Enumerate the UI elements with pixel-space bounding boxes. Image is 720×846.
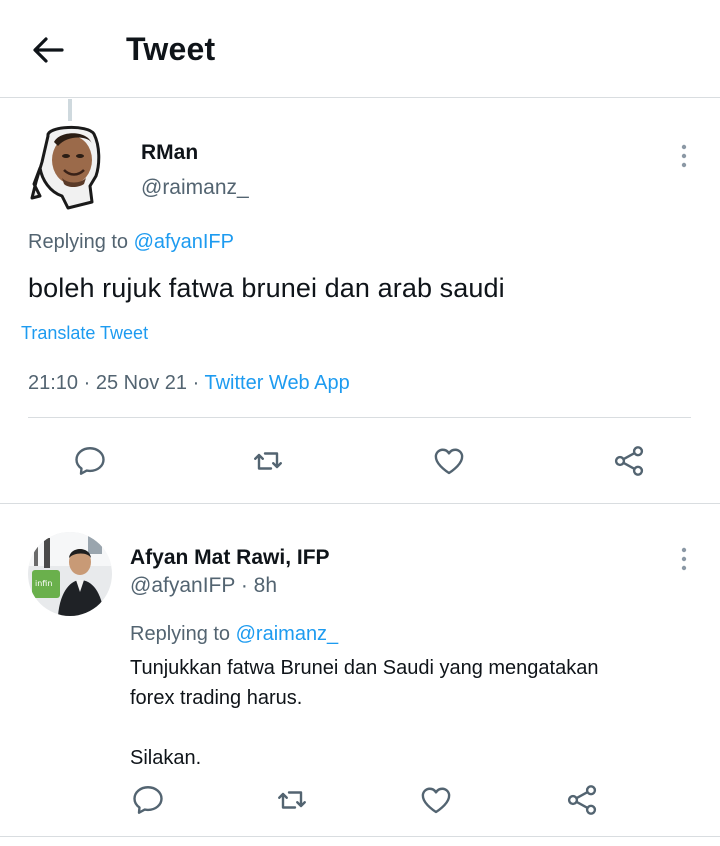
back-button[interactable]: [30, 34, 66, 66]
retweet-button[interactable]: [248, 441, 288, 481]
share-button[interactable]: [562, 780, 602, 820]
author-handle[interactable]: @raimanz_: [141, 176, 249, 200]
tweet-text-line: Tunjukkan fatwa Brunei dan Saudi yang me…: [130, 657, 599, 679]
tweet-time-ago[interactable]: 8h: [254, 574, 277, 597]
avatar[interactable]: infin: [28, 532, 112, 616]
meta-separator: ·: [192, 372, 200, 394]
replying-to-label: Replying to: [130, 623, 236, 645]
retweet-button[interactable]: [272, 780, 312, 820]
like-button[interactable]: [416, 780, 456, 820]
author-handle-line: @afyanIFP · 8h: [130, 574, 277, 598]
retweet-icon: [278, 791, 306, 809]
author-name[interactable]: Afyan Mat Rawi, IFP: [130, 546, 330, 570]
arrow-left-icon: [33, 37, 64, 63]
tweet-metadata: 21:10 · 25 Nov 21 · Twitter Web App: [28, 372, 350, 395]
replying-to: Replying to @afyanIFP: [28, 231, 234, 254]
reply-icon: [133, 786, 163, 814]
divider: [0, 836, 720, 837]
meta-separator: ·: [240, 574, 248, 597]
avatar[interactable]: [28, 122, 106, 214]
heart-icon: [434, 448, 464, 475]
heart-icon: [421, 787, 451, 814]
translate-tweet-link[interactable]: Translate Tweet: [21, 323, 148, 344]
tweet-text: boleh rujuk fatwa brunei dan arab saudi: [28, 273, 505, 303]
tweet-time[interactable]: 21:10: [28, 372, 78, 394]
avatar-badge-text: infin: [35, 579, 52, 588]
mention-link[interactable]: @raimanz_: [236, 623, 339, 645]
author-handle[interactable]: @afyanIFP: [130, 574, 235, 597]
meta-separator: ·: [83, 372, 91, 394]
share-icon: [567, 785, 597, 815]
more-vertical-icon: [681, 547, 687, 571]
tweet-text-line: Silakan.: [130, 747, 202, 769]
author-name[interactable]: RMan: [141, 141, 198, 165]
tweet-date[interactable]: 25 Nov 21: [96, 372, 187, 394]
top-bar: Tweet: [0, 0, 720, 98]
tweet-source[interactable]: Twitter Web App: [204, 372, 349, 394]
divider: [28, 417, 691, 418]
tweet-text-line: forex trading harus.: [130, 687, 303, 709]
share-button[interactable]: [609, 441, 649, 481]
tweet-text: Tunjukkan fatwa Brunei dan Saudi yang me…: [130, 653, 598, 773]
retweet-icon: [254, 452, 282, 470]
reply-button[interactable]: [128, 780, 168, 820]
more-vertical-icon: [681, 144, 687, 168]
more-options-button[interactable]: [672, 545, 696, 573]
reply-icon: [75, 447, 105, 475]
more-options-button[interactable]: [672, 142, 696, 170]
like-button[interactable]: [429, 441, 469, 481]
share-icon: [614, 446, 644, 476]
reply-button[interactable]: [70, 441, 110, 481]
divider: [0, 503, 720, 504]
mention-link[interactable]: @afyanIFP: [134, 231, 234, 253]
replying-to-label: Replying to: [28, 231, 134, 253]
avatar-image: [30, 126, 101, 210]
avatar-image: infin: [28, 532, 112, 616]
page-title: Tweet: [126, 31, 216, 67]
thread-connector: [68, 99, 72, 121]
replying-to: Replying to @raimanz_: [130, 623, 338, 646]
